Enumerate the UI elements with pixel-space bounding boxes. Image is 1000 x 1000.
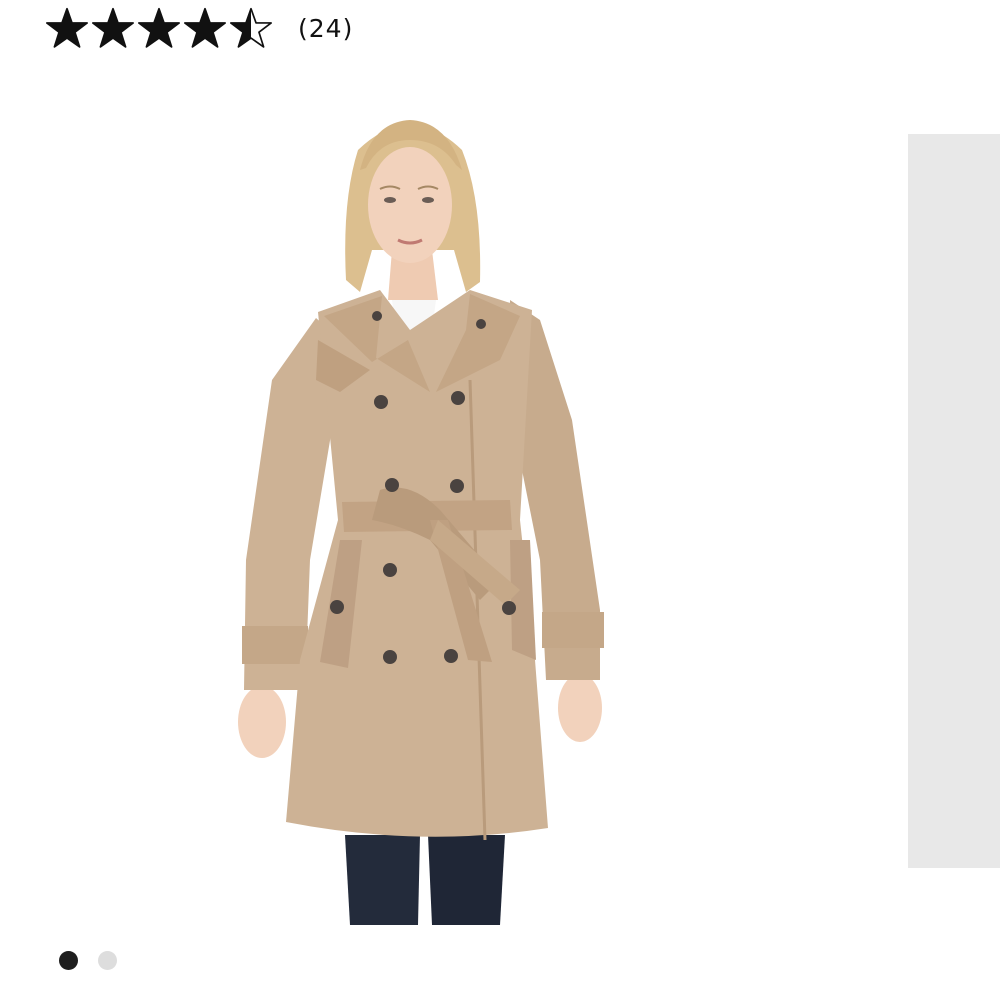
star-full-icon <box>92 7 134 48</box>
star-full-icon <box>46 7 88 48</box>
gallery-dot-active[interactable] <box>59 951 78 970</box>
jeans <box>345 835 505 925</box>
right-hand <box>558 674 602 742</box>
next-image-preview[interactable] <box>908 134 1000 868</box>
product-page: (24) <box>0 0 1000 1000</box>
gallery-pagination <box>59 951 117 970</box>
star-half-icon <box>230 7 272 48</box>
product-image[interactable] <box>200 100 660 940</box>
face <box>368 147 452 263</box>
star-full-icon <box>184 7 226 48</box>
product-rating[interactable]: (24) <box>46 6 353 50</box>
gallery-dot[interactable] <box>98 951 117 970</box>
star-full-icon <box>138 7 180 48</box>
review-count[interactable]: (24) <box>298 14 353 43</box>
star-rating <box>46 7 272 49</box>
left-hand <box>238 686 286 758</box>
